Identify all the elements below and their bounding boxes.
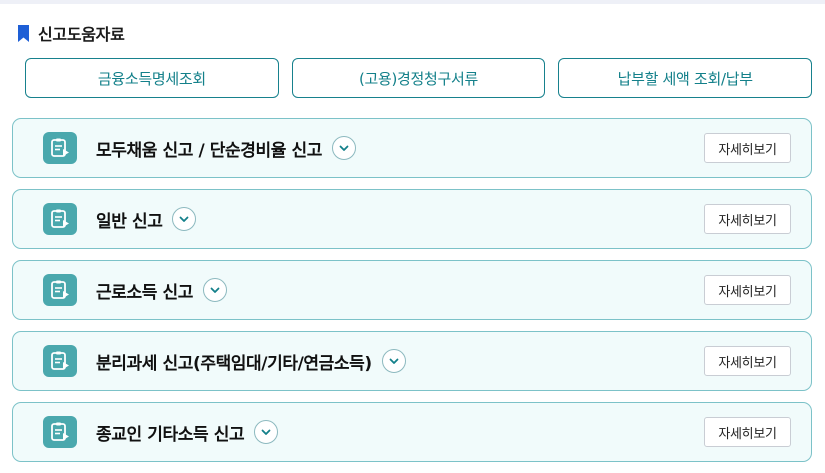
card-title-group: 종교인 기타소득 신고 xyxy=(96,403,279,461)
filing-guide-list: 모두채움 신고 / 단순경비율 신고 자세히보기 일반 신고 자세히보기 근로소… xyxy=(12,118,812,473)
chevron-down-icon xyxy=(180,216,189,222)
document-play-icon xyxy=(43,345,77,377)
card-title-group: 근로소득 신고 xyxy=(96,261,227,319)
card-title: 분리과세 신고(주택임대/기타/연금소득) xyxy=(96,353,372,374)
filing-card-prefilled[interactable]: 모두채움 신고 / 단순경비율 신고 자세히보기 xyxy=(12,118,812,178)
filing-card-general[interactable]: 일반 신고 자세히보기 xyxy=(12,189,812,249)
expand-toggle-button[interactable] xyxy=(332,136,357,160)
card-title: 일반 신고 xyxy=(96,211,163,232)
chevron-down-icon xyxy=(339,145,349,151)
detail-view-button[interactable]: 자세히보기 xyxy=(704,346,791,376)
card-title-group: 일반 신고 xyxy=(96,190,197,248)
page: 신고도움자료 금융소득명세조회 (고용)경정청구서류 납부할 세액 조회/납부 … xyxy=(0,0,825,473)
document-play-icon xyxy=(43,132,77,164)
card-title: 종교인 기타소득 신고 xyxy=(96,424,245,445)
detail-view-button[interactable]: 자세히보기 xyxy=(704,275,791,305)
expand-toggle-button[interactable] xyxy=(202,278,227,302)
chevron-down-icon xyxy=(389,358,399,364)
quick-link-bar: 금융소득명세조회 (고용)경정청구서류 납부할 세액 조회/납부 xyxy=(25,58,813,98)
card-title-group: 모두채움 신고 / 단순경비율 신고 xyxy=(96,119,357,177)
tax-payment-lookup-button[interactable]: 납부할 세액 조회/납부 xyxy=(558,58,813,98)
detail-view-button[interactable]: 자세히보기 xyxy=(704,204,791,234)
document-play-icon xyxy=(43,416,77,448)
expand-toggle-button[interactable] xyxy=(172,207,197,231)
bookmark-icon xyxy=(18,24,29,42)
card-title: 모두채움 신고 / 단순경비율 신고 xyxy=(96,140,323,161)
section-title: 신고도움자료 xyxy=(38,25,125,44)
expand-toggle-button[interactable] xyxy=(254,420,279,444)
filing-card-separate-taxation[interactable]: 분리과세 신고(주택임대/기타/연금소득) 자세히보기 xyxy=(12,331,812,391)
top-divider xyxy=(0,0,825,4)
detail-view-button[interactable]: 자세히보기 xyxy=(704,417,791,447)
filing-card-earned-income[interactable]: 근로소득 신고 자세히보기 xyxy=(12,260,812,320)
filing-card-religious-income[interactable]: 종교인 기타소득 신고 자세히보기 xyxy=(12,402,812,462)
card-title-group: 분리과세 신고(주택임대/기타/연금소득) xyxy=(96,332,406,390)
detail-view-button[interactable]: 자세히보기 xyxy=(704,133,791,163)
document-play-icon xyxy=(43,203,77,235)
correction-claim-documents-button[interactable]: (고용)경정청구서류 xyxy=(291,58,546,98)
section-header: 신고도움자료 xyxy=(16,22,125,44)
expand-toggle-button[interactable] xyxy=(381,349,406,373)
card-title: 근로소득 신고 xyxy=(96,282,193,303)
document-play-icon xyxy=(43,274,77,306)
chevron-down-icon xyxy=(261,429,271,435)
chevron-down-icon xyxy=(210,287,220,293)
financial-income-lookup-button[interactable]: 금융소득명세조회 xyxy=(25,58,279,98)
